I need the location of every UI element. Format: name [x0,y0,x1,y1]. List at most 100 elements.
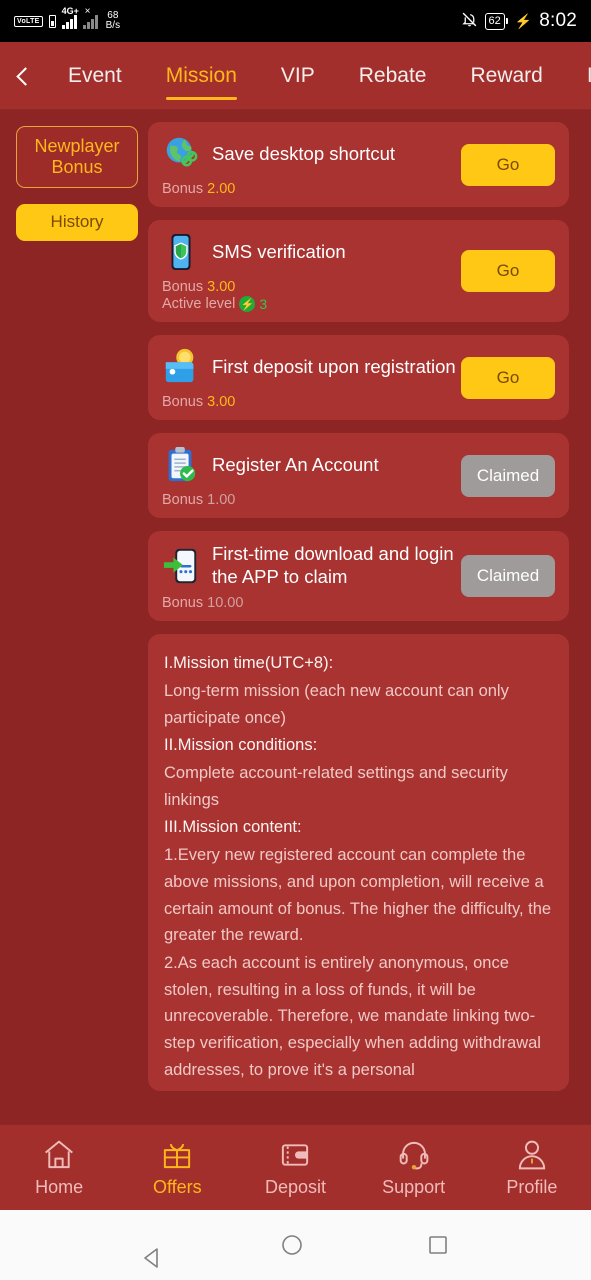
sim-icon [48,14,56,28]
mission-terms-panel: I.Mission time(UTC+8): Long-term mission… [148,634,569,1091]
mission-bonus: Bonus 10.00 [162,595,555,611]
tab-vip[interactable]: VIP [259,42,337,110]
tab-int[interactable]: Int [565,42,591,110]
mission-list: Save desktop shortcut Bonus 2.00 Go SMS … [148,110,591,1124]
mission-title: Save desktop shortcut [212,142,396,164]
home-icon [42,1138,76,1172]
bonus-amount: 3.00 [207,394,236,410]
nav-item-deposit[interactable]: Deposit [240,1138,350,1198]
battery-indicator: 62 [484,12,508,30]
sidebar-item-label: History [50,212,104,232]
wallet-coin-icon [162,347,200,387]
back-chevron-icon [16,66,35,86]
nav-label: Deposit [264,1176,326,1197]
back-button[interactable] [0,66,46,86]
mission-active-level: Active level ⚡ 3 [162,296,555,312]
mission-action-button[interactable]: Go [461,143,555,186]
mission-card-save-desktop-shortcut[interactable]: Save desktop shortcut Bonus 2.00 Go [148,122,569,207]
clipboard-check-icon [162,445,200,485]
mission-title: Register An Account [212,453,379,475]
tab-label: Reward [470,64,543,87]
sidebar-item-label: Newplayer Bonus [34,136,120,178]
network-speed-value: 68 [107,9,119,21]
gift-icon [160,1138,194,1172]
phone-shield-icon [162,232,200,272]
terms-line: III.Mission content: [164,818,302,837]
battery-percent: 62 [484,12,505,30]
triangle-back-icon[interactable] [140,1232,159,1268]
nav-item-offers[interactable]: Offers [122,1138,232,1198]
wallet-icon [278,1138,312,1172]
tab-event[interactable]: Event [46,42,144,110]
mission-title: First deposit upon registration [212,355,456,377]
circle-home-icon[interactable] [279,1232,305,1258]
sidebar-item-newplayer-bonus[interactable]: Newplayer Bonus [16,126,138,189]
tab-label: Rebate [358,64,427,87]
mission-card-register-account[interactable]: Register An Account Bonus 1.00 Claimed [148,433,569,518]
signal-strength-icon: 4G+ [61,6,79,29]
system-navigation-bar [0,1210,591,1280]
app-root: VoLTE 4G+ × 68 B/s 62 ⚡ 8:02 Event Missi… [0,0,591,1280]
nav-label: Support [382,1176,446,1197]
page-content: Newplayer Bonus History Save desktop sho… [0,110,591,1124]
status-bar-left: VoLTE 4G+ × 68 B/s [14,6,121,32]
bonus-amount: 10.00 [207,595,244,612]
status-bar: VoLTE 4G+ × 68 B/s 62 ⚡ 8:02 [0,0,591,42]
charging-bolt-icon: ⚡ [514,12,533,29]
square-recents-icon[interactable] [425,1232,451,1258]
bonus-label: Bonus [162,595,204,612]
nav-label: Home [35,1176,84,1197]
terms-line: 2.As each account is entirely anonymous,… [164,954,541,1079]
category-sidebar: Newplayer Bonus History [0,110,148,1124]
status-bar-right: 62 ⚡ 8:02 [461,10,577,32]
mission-card-first-deposit[interactable]: First deposit upon registration Bonus 3.0… [148,335,569,420]
mission-title: SMS verification [212,240,346,262]
signal-strength-secondary-icon: × [82,6,98,29]
status-bar-clock: 8:02 [539,10,577,31]
terms-line: II.Mission conditions: [164,736,318,755]
mission-meta: Bonus 10.00 [162,595,555,611]
mission-title: First-time download and login the APP to… [212,543,454,587]
volte-icon: VoLTE [14,15,43,27]
app-download-icon [162,546,200,586]
headset-icon [397,1138,431,1172]
active-level-value: 3 [259,296,268,312]
terms-line: Complete account-related settings and se… [164,764,508,809]
terms-line: Long-term mission (each new account can … [164,681,509,727]
bonus-amount: 2.00 [207,181,236,197]
tab-label: Int [586,64,591,87]
bonus-label: Bonus [162,492,204,508]
no-service-icon: × [84,5,91,17]
nav-item-support[interactable]: Support [359,1138,469,1198]
tab-rebate[interactable]: Rebate [337,42,449,110]
lightning-badge-icon: ⚡ [239,296,256,312]
mission-action-button[interactable]: Claimed [461,454,555,497]
tab-reward[interactable]: Reward [448,42,564,110]
category-tabs: Event Mission VIP Rebate Reward Int [46,42,591,110]
nav-item-profile[interactable]: Profile [477,1138,587,1198]
terms-line: 1.Every new registered account can compl… [164,846,552,945]
mission-action-button[interactable]: Go [461,356,555,399]
mission-card-sms-verification[interactable]: SMS verification Bonus 3.00 Active level … [148,220,569,322]
top-navigation-bar: Event Mission VIP Rebate Reward Int [0,42,591,110]
mission-action-button[interactable]: Claimed [461,555,555,598]
terms-line: I.Mission time(UTC+8): [164,654,334,673]
tab-mission[interactable]: Mission [144,42,259,110]
person-icon [515,1138,549,1172]
network-speed-unit: B/s [105,20,121,31]
nav-label: Profile [506,1176,558,1197]
tab-label: Mission [165,64,237,87]
active-level-label: Active level [162,296,236,312]
nav-label: Offers [152,1176,202,1197]
nav-item-home[interactable]: Home [4,1138,114,1198]
bonus-amount: 1.00 [207,492,236,508]
bottom-navigation-bar: Home Offers Deposit Support Profile [0,1124,591,1210]
mission-card-app-download[interactable]: First-time download and login the APP to… [148,531,569,622]
network-type-label: 4G+ [61,5,79,16]
mission-action-button[interactable]: Go [461,250,555,292]
bonus-label: Bonus [162,394,204,410]
sidebar-item-history[interactable]: History [16,204,138,241]
bonus-label: Bonus [162,181,204,197]
tab-label: VIP [280,64,315,87]
bell-muted-icon [461,11,478,32]
